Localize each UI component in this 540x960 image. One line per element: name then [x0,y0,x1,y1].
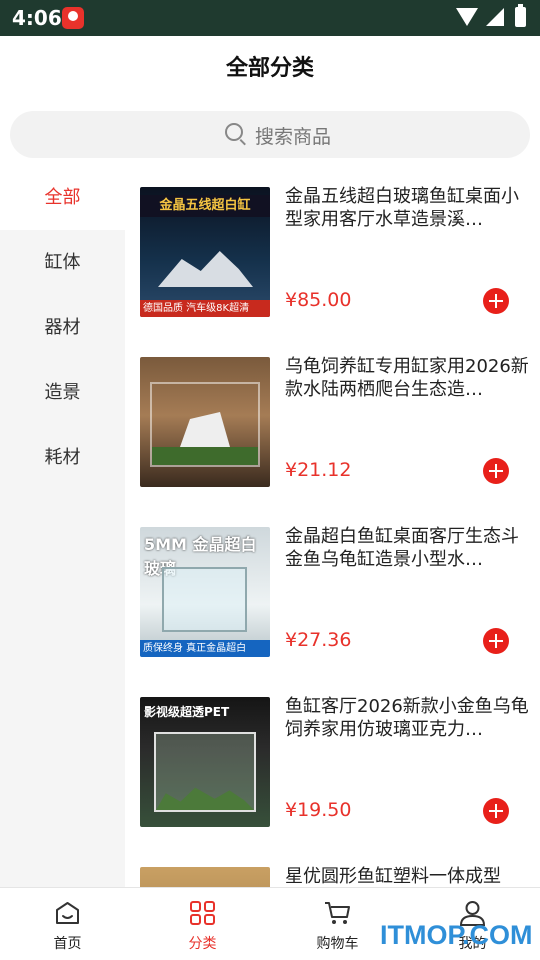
add-to-cart-button[interactable] [483,628,509,654]
cart-icon [325,902,350,924]
watermark: ITMOP.COM [380,920,533,950]
product-image-caption: 影视级超透PET [144,705,230,719]
tab-category[interactable]: 分类 [135,888,270,960]
page-title: 全部分类 [225,56,314,81]
status-time: 4:06 [12,6,62,30]
product-image[interactable]: 5MM 金晶超白玻璃 质保终身 真正金晶超白 [140,527,270,657]
product-image-badge: 德国品质 汽车级8K超清 [140,300,270,317]
product-image[interactable]: 金晶五线超白缸 德国品质 汽车级8K超清 [140,187,270,317]
product-card[interactable]: 5MM 金晶超白玻璃 质保终身 真正金晶超白 金晶超白鱼缸桌面客厅生态斗金鱼乌龟… [140,505,535,657]
product-name[interactable]: 星优圆形鱼缸塑料一体成型 [285,865,530,887]
product-image-rock [158,251,253,287]
product-card[interactable]: 星优圆形鱼缸塑料一体成型 [140,845,535,887]
product-price: ¥27.36 [285,629,352,651]
product-price: ¥85.00 [285,289,352,311]
product-price: ¥19.50 [285,799,352,821]
add-to-cart-button[interactable] [483,798,509,824]
category-sidebar: 全部 缸体 器材 造景 耗材 [0,165,125,887]
search-input[interactable]: 搜索商品 [10,111,530,158]
add-to-cart-button[interactable] [483,288,509,314]
product-image[interactable] [140,357,270,487]
wifi-icon [456,8,478,26]
app-notification-icon [62,7,84,29]
sidebar-item-consumables[interactable]: 耗材 [0,425,125,490]
sidebar-item-all[interactable]: 全部 [0,165,125,230]
product-name[interactable]: 鱼缸客厅2026新款小金鱼乌龟饲养家用仿玻璃亚克力… [285,695,530,741]
sidebar-item-tank[interactable]: 缸体 [0,230,125,295]
grid-icon [190,901,215,925]
product-image-moss [152,447,258,465]
search-icon [225,123,243,141]
product-name[interactable]: 金晶五线超白玻璃鱼缸桌面小型家用客厅水草造景溪… [285,185,530,231]
search-placeholder: 搜索商品 [255,126,332,148]
sidebar-item-equipment[interactable]: 器材 [0,295,125,360]
product-image-badge: 质保终身 真正金晶超白 [140,640,270,657]
add-to-cart-button[interactable] [483,458,509,484]
home-icon [56,902,79,924]
product-card[interactable]: 影视级超透PET 鱼缸客厅2026新款小金鱼乌龟饲养家用仿玻璃亚克力… ¥19.… [140,675,535,827]
product-card[interactable]: 乌龟饲养缸专用缸家用2026新款水陆两栖爬台生态造… ¥21.12 [140,335,535,487]
tab-home[interactable]: 首页 [0,888,135,960]
product-image[interactable] [140,867,270,887]
tab-label: 分类 [188,936,217,952]
signal-icon [486,8,504,26]
product-price: ¥21.12 [285,459,352,481]
tab-label: 首页 [53,936,82,952]
product-image[interactable]: 影视级超透PET [140,697,270,827]
product-name[interactable]: 金晶超白鱼缸桌面客厅生态斗金鱼乌龟缸造景小型水… [285,525,530,571]
battery-icon [515,4,526,27]
product-image-caption: 5MM 金晶超白玻璃 [144,535,257,578]
product-name[interactable]: 乌龟饲养缸专用缸家用2026新款水陆两栖爬台生态造… [285,355,530,401]
product-image-caption: 金晶五线超白缸 [140,195,270,217]
sidebar-item-landscape[interactable]: 造景 [0,360,125,425]
product-card[interactable]: 金晶五线超白缸 德国品质 汽车级8K超清 金晶五线超白玻璃鱼缸桌面小型家用客厅水… [140,165,535,317]
status-bar: 4:06 [0,0,540,36]
product-image-tank [162,567,247,632]
product-list: 金晶五线超白缸 德国品质 汽车级8K超清 金晶五线超白玻璃鱼缸桌面小型家用客厅水… [125,165,540,887]
